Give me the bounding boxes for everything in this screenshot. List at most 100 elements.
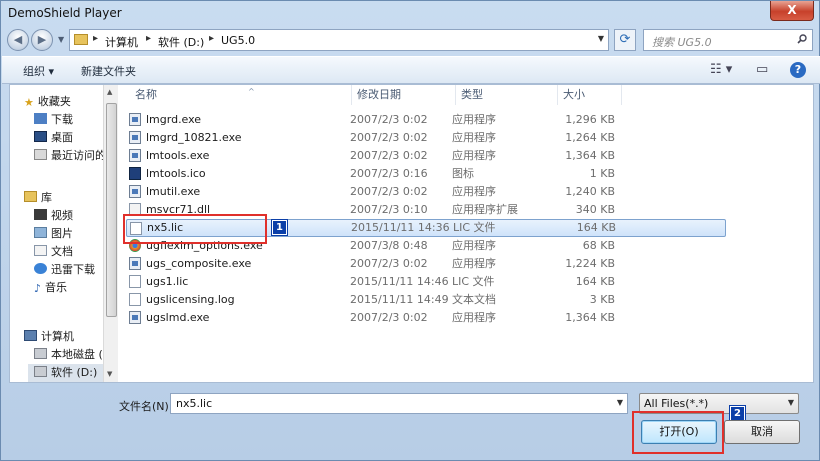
step-badge-2: 2 bbox=[729, 405, 746, 422]
recent-pages-dropdown[interactable]: ▼ bbox=[58, 35, 64, 44]
column-header-modified[interactable]: 修改日期 bbox=[352, 85, 456, 105]
nav-item-thunder[interactable]: 迅雷下载 bbox=[34, 261, 95, 279]
search-placeholder: 搜索 UG5.0 bbox=[652, 36, 712, 49]
file-type: LIC 文件 bbox=[452, 275, 495, 288]
address-bar[interactable]: ▸ 计算机 ▸ 软件 (D:) ▸ UG5.0 ▼ bbox=[69, 29, 609, 51]
organize-button[interactable]: 组织 ▾ bbox=[23, 63, 54, 79]
file-name: lmutil.exe bbox=[146, 185, 201, 198]
music-icon: ♪ bbox=[34, 282, 42, 295]
refresh-button[interactable]: ⟳ bbox=[614, 29, 636, 51]
computer-icon bbox=[24, 330, 37, 341]
address-dropdown-icon[interactable]: ▼ bbox=[598, 34, 604, 43]
file-modified: 2007/2/3 0:16 bbox=[350, 167, 428, 180]
filename-value: nx5.lic bbox=[176, 397, 213, 410]
scroll-up-icon[interactable]: ▲ bbox=[107, 88, 112, 96]
new-folder-button[interactable]: 新建文件夹 bbox=[81, 63, 136, 79]
file-name: ugs_composite.exe bbox=[146, 257, 252, 270]
file-type: 应用程序 bbox=[452, 185, 496, 198]
filter-dropdown-icon[interactable]: ▼ bbox=[788, 398, 794, 407]
doc-icon bbox=[129, 275, 141, 288]
nav-item-software-drive[interactable]: 软件 (D:) bbox=[28, 364, 108, 382]
file-name: lmtools.exe bbox=[146, 149, 210, 162]
nav-scrollbar[interactable]: ▲ ▼ bbox=[103, 85, 118, 382]
nav-item-recent[interactable]: 最近访问的 bbox=[34, 147, 106, 165]
file-modified: 2007/2/3 0:10 bbox=[350, 203, 428, 216]
file-modified: 2015/11/11 14:36 bbox=[351, 221, 450, 234]
scroll-down-icon[interactable]: ▼ bbox=[107, 370, 112, 378]
file-type: 应用程序 bbox=[452, 257, 496, 270]
file-type: 应用程序 bbox=[452, 311, 496, 324]
file-row[interactable]: lmtools.ico 2007/2/3 0:16 图标 1 KB bbox=[126, 165, 726, 183]
close-button[interactable]: X bbox=[770, 1, 814, 21]
filename-dropdown-icon[interactable]: ▼ bbox=[617, 398, 623, 407]
file-row[interactable]: ugslicensing.log 2015/11/11 14:49 文本文档 3 KB bbox=[126, 291, 726, 309]
video-icon bbox=[34, 209, 47, 220]
nav-item-local-disk[interactable]: 本地磁盘 ( bbox=[34, 346, 103, 364]
sort-ascending-icon: ^ bbox=[248, 87, 255, 96]
file-row[interactable]: lmtools.exe 2007/2/3 0:02 应用程序 1,364 KB bbox=[126, 147, 726, 165]
nav-item-pictures[interactable]: 图片 bbox=[34, 225, 73, 243]
file-name: ugslicensing.log bbox=[146, 293, 235, 306]
column-header-type[interactable]: 类型 bbox=[456, 85, 558, 105]
breadcrumb-drive[interactable]: 软件 (D:) bbox=[158, 34, 204, 50]
forward-button[interactable]: ▶ bbox=[31, 29, 53, 51]
file-size: 1 KB bbox=[589, 167, 615, 180]
file-name: lmgrd.exe bbox=[146, 113, 202, 126]
file-type: 应用程序 bbox=[452, 113, 496, 126]
file-row[interactable]: ugs1.lic 2015/11/11 14:46 LIC 文件 164 KB bbox=[126, 273, 726, 291]
file-size: 340 KB bbox=[575, 203, 615, 216]
view-options-icon[interactable]: ☷ ▾ bbox=[710, 62, 732, 77]
exe-icon bbox=[129, 113, 141, 126]
file-modified: 2015/11/11 14:49 bbox=[350, 293, 449, 306]
file-size: 68 KB bbox=[582, 239, 615, 252]
file-type: LIC 文件 bbox=[453, 221, 496, 234]
recent-places-icon bbox=[34, 149, 47, 160]
file-size: 164 KB bbox=[576, 221, 616, 234]
navigation-pane: ★ 收藏夹 下载 桌面 最近访问的 库 视频 图片 文档 迅雷下载 ♪ 音乐 计算机… bbox=[10, 85, 108, 382]
breadcrumb-folder[interactable]: UG5.0 bbox=[221, 34, 255, 47]
cancel-button[interactable]: 取消 bbox=[724, 420, 800, 444]
file-size: 1,264 KB bbox=[565, 131, 615, 144]
file-row[interactable]: lmgrd.exe 2007/2/3 0:02 应用程序 1,296 KB bbox=[126, 111, 726, 129]
nav-item-downloads[interactable]: 下载 bbox=[34, 111, 73, 129]
highlight-box-file bbox=[123, 214, 267, 244]
filename-field[interactable]: nx5.lic ▼ bbox=[170, 393, 628, 414]
nav-item-documents[interactable]: 文档 bbox=[34, 243, 73, 261]
picture-icon bbox=[34, 227, 47, 238]
file-name: lmtools.ico bbox=[146, 167, 206, 180]
file-row[interactable]: ugs_composite.exe 2007/2/3 0:02 应用程序 1,224 … bbox=[126, 255, 726, 273]
drive-icon bbox=[34, 348, 47, 359]
search-input[interactable]: 搜索 UG5.0 bbox=[643, 29, 813, 51]
file-name: ugs1.lic bbox=[146, 275, 189, 288]
file-row[interactable]: ugslmd.exe 2007/2/3 0:02 应用程序 1,364 KB bbox=[126, 309, 726, 327]
nav-libraries[interactable]: 库 bbox=[24, 189, 52, 207]
file-modified: 2007/2/3 0:02 bbox=[350, 185, 428, 198]
exe-icon bbox=[129, 257, 141, 270]
file-size: 3 KB bbox=[589, 293, 615, 306]
file-row[interactable]: lmutil.exe 2007/2/3 0:02 应用程序 1,240 KB bbox=[126, 183, 726, 201]
nav-item-desktop[interactable]: 桌面 bbox=[34, 129, 73, 147]
breadcrumb-computer[interactable]: 计算机 bbox=[105, 34, 138, 50]
exe-icon bbox=[129, 311, 141, 324]
help-icon[interactable]: ? bbox=[790, 62, 806, 78]
column-header-size[interactable]: 大小 bbox=[558, 85, 622, 105]
file-type: 图标 bbox=[452, 167, 474, 180]
scroll-thumb[interactable] bbox=[106, 103, 117, 317]
file-row[interactable]: lmgrd_10821.exe 2007/2/3 0:02 应用程序 1,264 KB bbox=[126, 129, 726, 147]
nav-favorites[interactable]: ★ 收藏夹 bbox=[24, 93, 71, 111]
open-file-dialog: DemoShield Player X ◀ ▶ ▼ ▸ 计算机 ▸ 软件 (D:… bbox=[0, 0, 820, 461]
nav-item-music[interactable]: ♪ 音乐 bbox=[34, 279, 67, 297]
column-header-name[interactable]: 名称 ^ bbox=[130, 85, 352, 105]
library-icon bbox=[24, 191, 37, 202]
nav-item-videos[interactable]: 视频 bbox=[34, 207, 73, 225]
window-title: DemoShield Player bbox=[8, 6, 122, 20]
file-size: 164 KB bbox=[575, 275, 615, 288]
file-modified: 2007/3/8 0:48 bbox=[350, 239, 428, 252]
back-button[interactable]: ◀ bbox=[7, 29, 29, 51]
command-toolbar: 组织 ▾ 新建文件夹 ☷ ▾ ▭ ? bbox=[2, 56, 820, 84]
thunder-download-icon bbox=[34, 263, 47, 274]
file-type: 应用程序 bbox=[452, 149, 496, 162]
file-type: 应用程序 bbox=[452, 131, 496, 144]
nav-computer[interactable]: 计算机 bbox=[24, 328, 74, 346]
preview-pane-icon[interactable]: ▭ bbox=[756, 62, 768, 77]
